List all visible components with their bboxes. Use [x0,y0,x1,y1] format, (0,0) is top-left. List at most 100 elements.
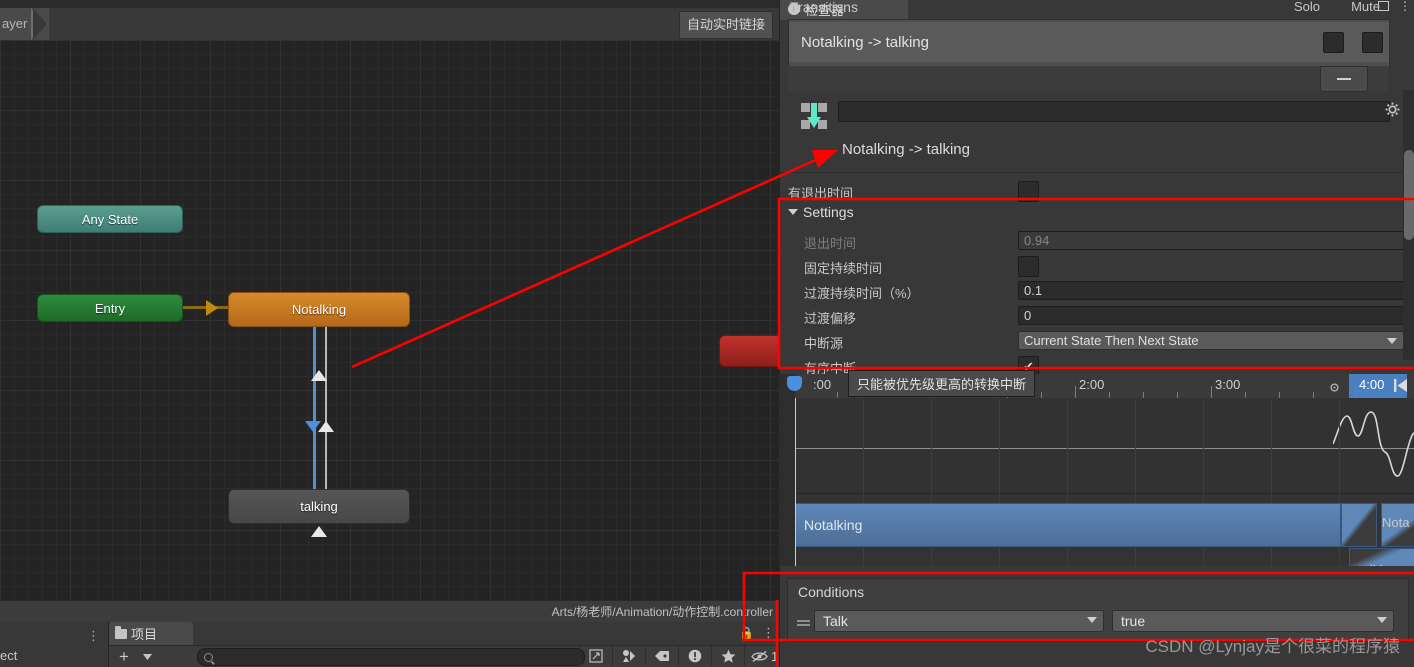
timeline-clip-notalking[interactable]: Notalking [795,503,1341,547]
transitions-header: Transitions Solo Mute [788,0,1388,20]
condition-parameter-value: Talk [823,613,848,629]
state-node-label: Entry [94,300,126,316]
transition-duration-field[interactable]: 0.1 [1018,281,1404,300]
panel-menu-icon[interactable]: ⋮ [87,628,100,644]
timeline-clip-talking[interactable]: talking [1349,548,1414,566]
expand-icon[interactable] [579,646,612,666]
condition-value: true [1121,613,1146,629]
transition-list-item[interactable]: Notalking -> talking [789,22,1389,62]
timeline-clip-notalking-2[interactable]: Nota [1381,503,1414,547]
timeline-tick-label: 2:00 [1079,377,1105,392]
tooltip: 只能被优先级更高的转换中断 [848,370,1036,397]
fixed-duration-checkbox[interactable] [1018,256,1039,277]
tab-project[interactable]: 项目 [109,622,193,645]
property-row-has-exit-time: 有退出时间 [780,179,1414,204]
inspector-window: i 检查器 ⋮ Transitions Solo Mute Notalking … [779,0,1414,667]
breadcrumb[interactable]: ayer [0,8,50,40]
add-asset-chevron-icon[interactable] [139,646,155,667]
property-row-transition-offset: 过渡偏移 0 [780,304,1414,329]
project-menu-icon[interactable]: ⋮ [762,625,775,641]
property-label: 过渡持续时间（%） [804,286,920,301]
state-node-red[interactable] [719,335,779,367]
has-exit-time-checkbox[interactable] [1018,181,1039,202]
transition-line-talking-to-notalking[interactable] [325,327,327,490]
state-node-entry[interactable]: Entry [37,294,183,322]
inspector-scrollbar-thumb[interactable] [1404,150,1414,240]
timeline-tick-label: 4:00 [1359,377,1385,392]
chevron-down-icon [1387,338,1397,344]
project-tab-actions: 🔒 ⋮ [739,625,775,641]
solo-header-label: Solo [1293,0,1320,14]
transition-arrow-up-icon-2 [318,421,334,432]
conditions-header-label: Conditions [798,584,865,600]
breadcrumb-item-layer[interactable]: ayer [0,8,34,40]
transition-preview-timeline[interactable]: :00 2:00 3:00 4:00 Notalking Nota [779,374,1414,566]
animator-window: ayer 自动实时链接 Any State Entry Notalking ta… [0,0,779,622]
property-row-fixed-duration: 固定持续时间 [780,254,1414,279]
watermark: CSDN @Lynjay是个很菜的程序猿 [1145,637,1400,656]
animator-toolbar: ayer 自动实时链接 [0,8,779,41]
property-row-transition-duration: 过渡持续时间（%） 0.1 [780,279,1414,304]
minus-icon [1337,78,1351,80]
transition-arrow-up-icon [311,370,327,381]
timeline-end-marker-icon[interactable] [1394,379,1408,395]
timeline-playhead[interactable] [787,376,802,566]
playhead-handle-icon[interactable] [787,376,802,391]
transition-object-field[interactable] [838,101,1390,122]
state-node-notalking[interactable]: Notalking [228,292,410,327]
inspector-scrollbar[interactable] [1403,90,1414,360]
divider [780,172,1414,173]
drag-handle-icon[interactable] [792,609,814,633]
project-tab-bar: 项目 🔒 ⋮ [109,622,779,645]
animation-curve [1333,411,1414,477]
property-label: 过渡偏移 [804,311,857,326]
chevron-down-icon [788,209,798,215]
chevron-down-icon [1377,617,1387,623]
lock-icon[interactable]: 🔒 [739,626,754,640]
favorite-filter-icon[interactable] [711,646,744,666]
state-node-talking[interactable]: talking [228,489,410,524]
label-filter-icon[interactable] [645,646,678,666]
interruption-source-value: Current State Then Next State [1024,333,1199,348]
controller-path-label: Arts/杨老师/Animation/动作控制.controller [551,605,773,619]
remove-transition-button[interactable] [1320,66,1368,92]
project-dock: ⋮ ect 项目 🔒 ⋮ + [0,622,785,667]
transition-toggles [1323,32,1383,53]
state-node-label: Any State [81,211,139,227]
left-tab-label[interactable]: ect [0,648,17,663]
timeline-clip-fadeout[interactable] [1341,503,1377,547]
auto-live-link-button[interactable]: 自动实时链接 [678,11,773,39]
state-node-label: talking [300,499,338,514]
transition-offset-field[interactable]: 0 [1018,306,1404,325]
inspector-menu-icon[interactable]: ⋮ [1399,0,1411,13]
state-node-any-state[interactable]: Any State [37,205,183,233]
search-input[interactable] [197,648,585,666]
property-label: 中断源 [804,336,844,351]
transition-arrow-up-icon-3 [311,526,327,537]
timeline-body[interactable]: Notalking Nota talking [787,376,1414,566]
chevron-down-icon [1087,617,1097,623]
property-label: 有退出时间 [788,186,854,201]
prefab-filter-icon[interactable] [612,646,645,666]
settings-foldout-label: Settings [803,204,854,220]
breadcrumb-separator-icon [31,8,50,40]
settings-foldout[interactable]: Settings [788,204,854,220]
mute-checkbox[interactable] [1362,32,1383,53]
project-window: 项目 🔒 ⋮ + [109,622,785,667]
condition-parameter-dropdown[interactable]: Talk [814,610,1104,632]
search-icon [204,652,213,662]
solo-checkbox[interactable] [1323,32,1344,53]
left-dock-tab-area[interactable]: ⋮ ect [0,622,109,667]
warning-filter-icon[interactable] [678,646,711,666]
add-asset-button[interactable]: + [109,646,139,667]
timeline-key-icon[interactable] [1330,380,1339,395]
timeline-tick-label: 3:00 [1215,377,1241,392]
transition-line-notalking-to-talking[interactable] [313,327,316,490]
interruption-source-dropdown[interactable]: Current State Then Next State [1018,331,1404,350]
exit-time-field[interactable]: 0.94 [1018,231,1404,250]
animator-graph-canvas[interactable]: Any State Entry Notalking talking [0,40,779,600]
condition-value-dropdown[interactable]: true [1112,610,1394,632]
gear-icon[interactable] [1385,102,1400,120]
mute-header-label: Mute [1351,0,1380,14]
transition-title-label: Notalking -> talking [842,141,970,158]
